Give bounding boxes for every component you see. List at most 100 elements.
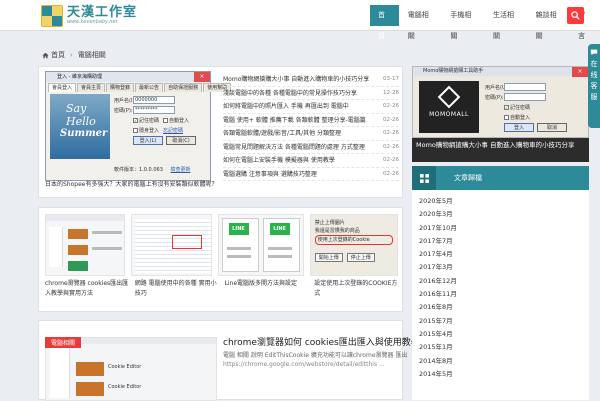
- line-logo: LINE: [269, 223, 290, 235]
- close-icon: ×: [572, 67, 588, 77]
- stop-upload-button: 停止上傳: [346, 253, 375, 262]
- banner-text-summer: Summer: [60, 128, 108, 139]
- nav-life[interactable]: 生活相關: [485, 5, 527, 40]
- main-nav: 首頁 電腦相關 手機相關 生活相關 雜談相關 留言: [370, 5, 600, 40]
- dialog-titlebar: 登入 - 維京海購助理 ×: [46, 72, 210, 82]
- search-icon: [571, 11, 580, 20]
- breadcrumb: 首頁 › 電腦相關: [42, 50, 106, 60]
- archive-list: 2020年5月 2020年3月 2017年10月 2017年7月 2017年4月…: [412, 190, 589, 381]
- list-item[interactable]: 電腦 使用+ 軟體 推薦下載 各類軟體 整理分享-電腦篇 02-26: [223, 114, 399, 127]
- cookie-option-highlight: 使用上次登錄的Cookie: [314, 235, 393, 245]
- sidebar-featured[interactable]: Momo購物網搶購工具助手 × MOMOMALL 用戶名(U): 密碼(P): …: [412, 66, 589, 162]
- dialog-tabs: 會員登入 會員主頁 購物登錄 最新公告 自助保證服務 使用幫助: [46, 83, 232, 92]
- sidebar-user-label: 用戶名(U):: [485, 84, 510, 91]
- nav-home[interactable]: 首頁: [370, 5, 399, 40]
- thumbnail-chrome-cookies[interactable]: [45, 214, 126, 276]
- service-char: 客: [590, 82, 598, 90]
- service-char: 线: [590, 71, 598, 79]
- version-info: 軟件版本：1.0.0.063 檢查更新: [114, 167, 191, 173]
- online-service-tab[interactable]: 在 线 客 服: [588, 44, 600, 128]
- archive-item[interactable]: 2015年1月: [419, 341, 589, 354]
- archive-item[interactable]: 2020年5月: [419, 195, 589, 208]
- thumbnail-cookie-settings[interactable]: 禁止上傳圖片 我還是習慣我的商品 使用上次登錄的Cookie 開始上傳 停止上傳: [309, 214, 398, 276]
- archive-item[interactable]: 2017年10月: [419, 222, 589, 235]
- featured-caption[interactable]: 日本的Shopee有多強大？大家的電腦上有沒有安裝類似軟體呢？: [45, 179, 220, 188]
- dialog-tab: 會員登入: [48, 83, 77, 92]
- search-button[interactable]: [567, 7, 584, 24]
- forgot-link: 忘記密碼: [163, 127, 184, 134]
- site-logo[interactable]: 天漢工作室 www.kevenbaby.net: [41, 4, 137, 27]
- cookie-option: 禁止上傳圖片: [314, 220, 345, 226]
- thumbnail-caption[interactable]: 設定使用上次登錄的COOKIE方式: [314, 279, 398, 299]
- nav-mobile[interactable]: 手機相關: [442, 5, 484, 40]
- sidebar-password-label: 密碼(P):: [485, 94, 504, 101]
- dialog-tab: 購物登錄: [106, 83, 135, 92]
- article-meta: 電腦 相關 說明 EditThisCookie 擴充功能可以讓chrome瀏覽器…: [223, 352, 408, 359]
- dialog-tab: 最新公告: [135, 83, 164, 92]
- archive-item[interactable]: 2014年5月: [419, 368, 589, 381]
- list-item[interactable]: 各類電腦軟體/遊戲/影音/工具/其他 分類整理 02-26: [223, 127, 399, 141]
- breadcrumb-current: 電腦相關: [77, 51, 106, 59]
- list-item[interactable]: 如何在電腦上安裝手機 模擬器與 使用教學 02-26: [223, 154, 399, 168]
- grid-icon: [412, 166, 436, 190]
- service-char: 在: [590, 60, 598, 68]
- user-field: 0000000: [133, 96, 175, 104]
- archive-item[interactable]: 2015年7月: [419, 315, 589, 328]
- thumbnail-caption[interactable]: 網路 電腦使用中的各種 實用小技巧: [135, 279, 219, 299]
- nav-misc[interactable]: 雜談相關: [528, 5, 570, 40]
- dialog-tab: 自助保證服務: [164, 83, 203, 92]
- article-excerpt: https://chrome.google.com/webstore/detai…: [223, 361, 385, 368]
- site-header: 天漢工作室 www.kevenbaby.net 首頁 電腦相關 手機相關 生活相…: [0, 0, 600, 40]
- logo-url: www.kevenbaby.net: [67, 19, 118, 25]
- archive-item[interactable]: 2017年7月: [419, 235, 589, 248]
- archive-widget: 文章歸檔 2020年5月 2020年3月 2017年10月 2017年7月 20…: [412, 166, 589, 400]
- nav-computer[interactable]: 電腦相關: [400, 5, 442, 40]
- archive-item[interactable]: 2016年11月: [419, 288, 589, 301]
- summer-banner: Say Hello Summer: [50, 94, 110, 159]
- service-char: 服: [590, 93, 598, 101]
- breadcrumb-separator: ›: [70, 51, 73, 59]
- sidebar-featured-image: Momo購物網搶購工具助手 × MOMOMALL 用戶名(U): 密碼(P): …: [412, 66, 589, 138]
- logo-icon: [41, 4, 63, 27]
- list-item[interactable]: 淺談電腦中的各種 各種電腦中的常見操作技巧分享 12-28: [223, 87, 399, 100]
- archive-item[interactable]: 2017年3月: [419, 261, 589, 274]
- thumbnail-browser-list[interactable]: [131, 214, 212, 276]
- featured-panel: 登入 - 維京海購助理 × 會員登入 會員主頁 購物登錄 最新公告 自助保證服務…: [38, 66, 403, 198]
- sidebar-password-field: [504, 93, 546, 101]
- archive-title: 文章歸檔: [454, 174, 482, 182]
- archive-item[interactable]: 2014年8月: [419, 355, 589, 368]
- sidebar-user-field: [504, 83, 546, 91]
- sidebar-cancel-button: 取消: [537, 123, 567, 132]
- list-item[interactable]: Momo購物網搶購大小事 自動進入購物車的小技巧分享 03-17: [223, 73, 399, 87]
- momomall-banner: MOMOMALL: [419, 81, 479, 133]
- sidebar-remember-checkbox: ✓ 記住密碼: [504, 104, 531, 111]
- breadcrumb-home[interactable]: 首頁: [51, 50, 65, 60]
- dialog-title: 登入 - 維京海購助理: [57, 74, 102, 80]
- version-number: 1.0.0.063: [139, 167, 163, 173]
- article-panel: 電腦相關 Cookie Editor Cookie Editor chrome瀏…: [38, 320, 420, 401]
- category-tag[interactable]: 電腦相關: [45, 337, 82, 348]
- cancel-button: 取消(C): [166, 136, 196, 145]
- home-icon: [42, 52, 49, 58]
- chat-icon: [590, 49, 598, 56]
- archive-item[interactable]: 2016年12月: [419, 275, 589, 288]
- list-item[interactable]: 電腦選購 注意事項與 選購技巧整理 02-26: [223, 168, 399, 181]
- list-item[interactable]: 如何將電腦中的照片匯入 手機 再匯出到 電腦中 02-26: [223, 100, 399, 114]
- sidebar-auto-checkbox: 自動登入: [504, 114, 530, 121]
- login-button: 登入(L): [133, 136, 163, 145]
- thumbnail-caption[interactable]: Line電腦版多開方法與設定: [225, 279, 309, 299]
- article-title[interactable]: chrome瀏覽器如何 cookies匯出匯入與使用教學: [223, 335, 420, 348]
- cookie-option: 我還是習慣我的商品: [314, 228, 360, 234]
- list-item[interactable]: 電腦常見問題解決方法 各種電腦問題的處理 方式整理 02-26: [223, 141, 399, 154]
- archive-header: 文章歸檔: [412, 166, 589, 190]
- thumbnail-line-app[interactable]: LINE LINE: [217, 214, 304, 276]
- thumbnail-caption[interactable]: chrome瀏覽器 cookies匯出匯入教學與實用方法: [45, 279, 129, 299]
- sidebar-featured-caption[interactable]: Momo購物網搶購大小事 自動進入購物車的小技巧分享: [412, 138, 589, 162]
- archive-item[interactable]: 2016年8月: [419, 301, 589, 314]
- archive-item[interactable]: 2017年4月: [419, 248, 589, 261]
- extension-label: Cookie Editor: [108, 384, 142, 390]
- archive-item[interactable]: 2015年4月: [419, 328, 589, 341]
- extension-label: Cookie Editor: [108, 364, 142, 370]
- archive-item[interactable]: 2020年3月: [419, 208, 589, 221]
- featured-image[interactable]: 登入 - 維京海購助理 × 會員登入 會員主頁 購物登錄 最新公告 自助保證服務…: [45, 71, 232, 181]
